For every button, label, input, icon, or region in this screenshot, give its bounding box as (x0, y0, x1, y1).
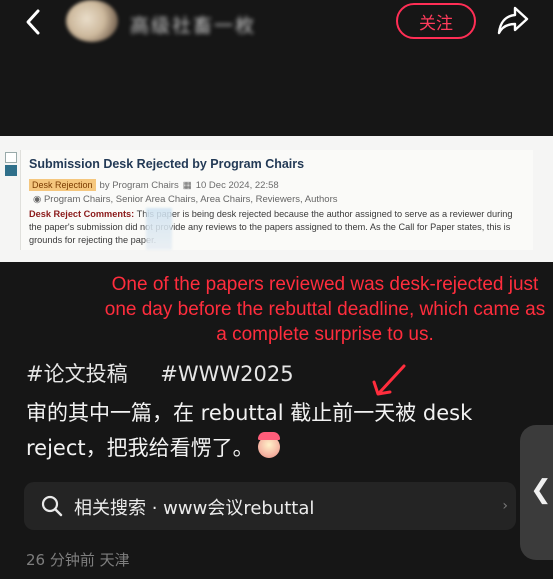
calendar-icon: ▦ (182, 179, 192, 191)
redaction-mark (146, 208, 172, 250)
toolbar-button (5, 152, 17, 163)
related-search-bar[interactable]: 相关搜索 · www会议rebuttal › (24, 482, 516, 530)
card-author: by Program Chairs (99, 179, 179, 191)
card-comment: Desk Reject Comments: This paper is bein… (29, 208, 525, 247)
embedded-screenshot: Submission Desk Rejected by Program Chai… (0, 136, 553, 262)
post-text: 审的其中一篇，在 rebuttal 截止前一天被 desk reject，把我给… (26, 396, 526, 466)
card-meta: Desk Rejection by Program Chairs ▦ 10 De… (29, 179, 279, 191)
toolbar-button (5, 165, 17, 176)
top-bar: 高级社畜一枚 关注 (0, 0, 553, 60)
side-panel-handle[interactable]: ❮ (520, 425, 553, 560)
back-arrow-icon[interactable] (20, 8, 48, 36)
share-icon[interactable] (496, 4, 530, 36)
card-date: 10 Dec 2024, 22:58 (195, 179, 279, 191)
related-search-label: 相关搜索 · www会议rebuttal (74, 498, 315, 519)
card-title: Submission Desk Rejected by Program Chai… (29, 157, 305, 171)
side-toolbar (5, 152, 17, 184)
post-meta: 26 分钟前 天津 (26, 551, 130, 569)
comment-label: Desk Reject Comments: (29, 209, 135, 219)
card-readers: ◉ Program Chairs, Senior Area Chairs, Ar… (33, 194, 338, 205)
annotation-text: One of the papers reviewed was desk-reje… (104, 274, 546, 345)
hashtag-link[interactable]: #论文投稿 (26, 362, 128, 386)
annotation-arrow (372, 364, 406, 396)
chevron-right-icon: › (502, 498, 508, 514)
crying-face-icon (257, 432, 280, 458)
search-icon (41, 495, 63, 517)
review-card: Submission Desk Rejected by Program Chai… (20, 150, 533, 250)
post-text-content: 审的其中一篇，在 rebuttal 截止前一天被 desk reject，把我给… (26, 401, 473, 460)
chevron-left-icon: ❮ (530, 475, 552, 505)
follow-button[interactable]: 关注 (396, 3, 476, 39)
eye-icon: ◉ (33, 194, 44, 205)
avatar[interactable] (66, 0, 118, 42)
readers-text: Program Chairs, Senior Area Chairs, Area… (43, 194, 338, 205)
desk-rejection-tag: Desk Rejection (29, 179, 96, 191)
hashtags: #论文投稿 #WWW2025 (26, 358, 320, 388)
hashtag-link[interactable]: #WWW2025 (160, 362, 293, 386)
username[interactable]: 高级社畜一枚 (130, 11, 256, 38)
